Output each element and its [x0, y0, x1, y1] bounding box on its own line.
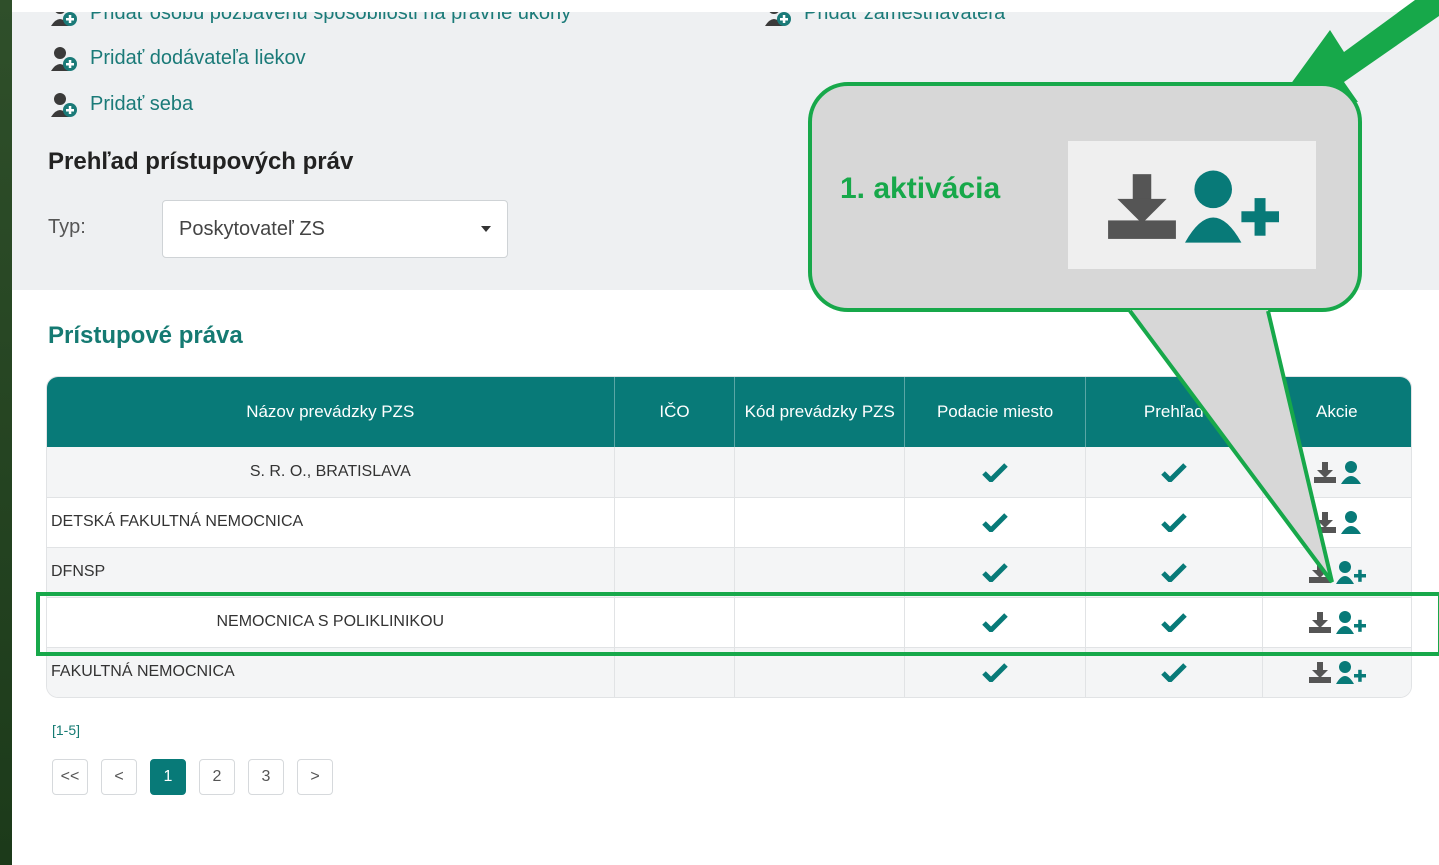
- callout-tail-annotation: [1128, 309, 1334, 584]
